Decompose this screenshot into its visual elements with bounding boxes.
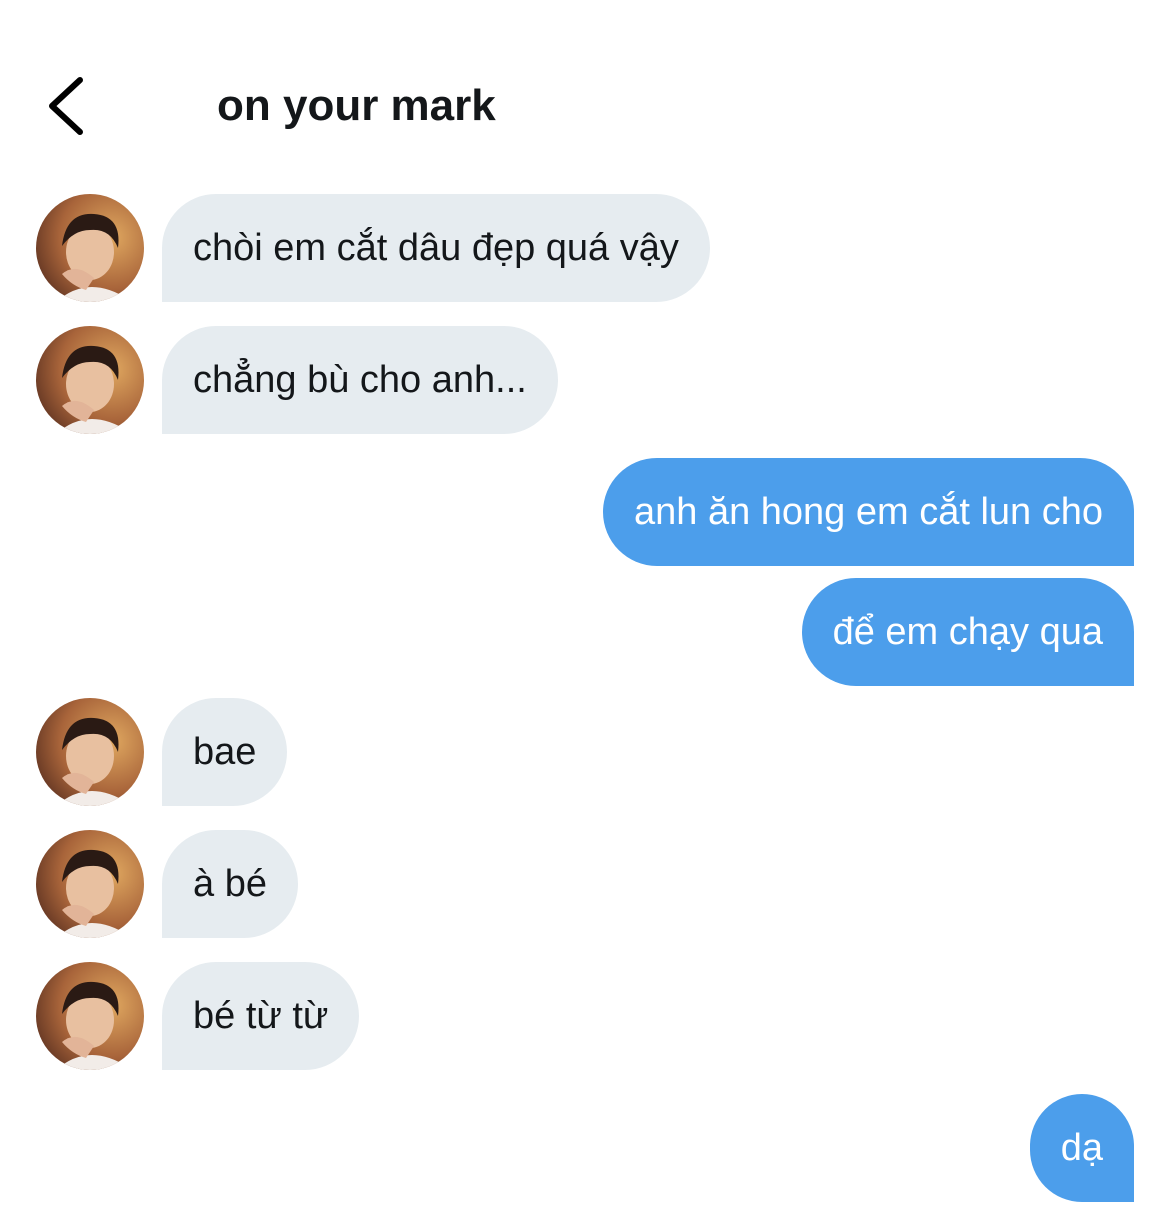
message-bubble-incoming[interactable]: à bé <box>162 830 298 938</box>
chevron-left-icon <box>49 77 83 135</box>
avatar[interactable] <box>36 962 144 1070</box>
message-row: anh ăn hong em cắt lun cho <box>0 458 1169 566</box>
message-row: chẳng bù cho anh... <box>0 326 1169 434</box>
message-row: chòi em cắt dâu đẹp quá vậy <box>0 194 1169 302</box>
message-row: để em chạy qua <box>0 578 1169 686</box>
message-bubble-outgoing[interactable]: để em chạy qua <box>801 578 1134 686</box>
message-row: bae <box>0 698 1169 806</box>
message-bubble-incoming[interactable]: bae <box>162 698 288 806</box>
chat-header: on your mark <box>0 0 1169 180</box>
message-bubble-incoming[interactable]: bé từ từ <box>162 962 360 1070</box>
message-bubble-outgoing[interactable]: anh ăn hong em cắt lun cho <box>602 458 1134 566</box>
message-row: dạ <box>0 1094 1169 1202</box>
avatar[interactable] <box>36 194 144 302</box>
avatar[interactable] <box>36 326 144 434</box>
avatar[interactable] <box>36 830 144 938</box>
message-bubble-incoming[interactable]: chòi em cắt dâu đẹp quá vậy <box>162 194 710 302</box>
message-bubble-outgoing[interactable]: dạ <box>1029 1094 1134 1202</box>
back-button[interactable] <box>40 70 100 142</box>
message-row: bé từ từ <box>0 962 1169 1070</box>
conversation-title: on your mark <box>217 81 496 130</box>
message-bubble-incoming[interactable]: chẳng bù cho anh... <box>162 326 558 434</box>
message-row: à bé <box>0 830 1169 938</box>
avatar[interactable] <box>36 698 144 806</box>
